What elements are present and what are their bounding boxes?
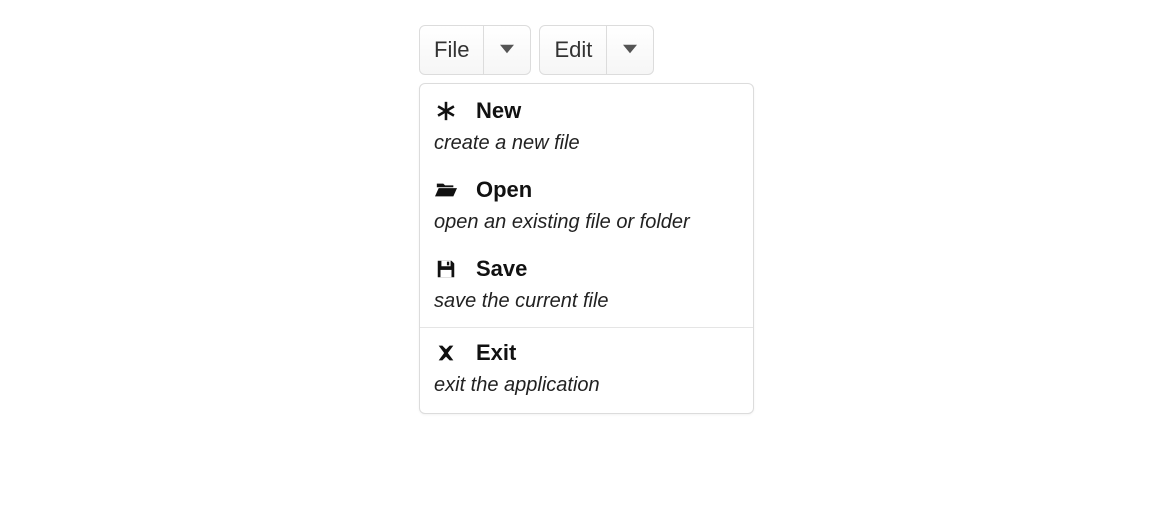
file-menu: New create a new file Open open an exist… <box>419 83 754 414</box>
menubar: File Edit <box>419 25 654 75</box>
menu-item-desc: create a new file <box>434 132 739 155</box>
edit-button-dropdown[interactable] <box>607 26 653 74</box>
save-icon <box>434 258 458 280</box>
menu-item-label: New <box>476 98 521 124</box>
file-button-dropdown[interactable] <box>484 26 530 74</box>
menu-separator <box>420 327 753 328</box>
menu-item-label: Save <box>476 256 527 282</box>
menu-item-exit[interactable]: Exit exit the application <box>420 330 753 409</box>
asterisk-icon <box>434 100 458 122</box>
menu-item-desc: open an existing file or folder <box>434 211 739 234</box>
menu-item-label: Exit <box>476 340 516 366</box>
file-button[interactable]: File <box>419 25 531 75</box>
folder-open-icon <box>434 179 458 201</box>
close-icon <box>434 342 458 364</box>
menu-item-label: Open <box>476 177 532 203</box>
caret-down-icon <box>500 38 514 62</box>
caret-down-icon <box>623 38 637 62</box>
menu-item-save[interactable]: Save save the current file <box>420 246 753 325</box>
menu-item-desc: exit the application <box>434 374 739 397</box>
edit-button-label: Edit <box>540 26 607 74</box>
menu-item-new[interactable]: New create a new file <box>420 88 753 167</box>
edit-button[interactable]: Edit <box>539 25 654 75</box>
menu-item-desc: save the current file <box>434 290 739 313</box>
file-button-label: File <box>420 26 484 74</box>
menu-item-open[interactable]: Open open an existing file or folder <box>420 167 753 246</box>
